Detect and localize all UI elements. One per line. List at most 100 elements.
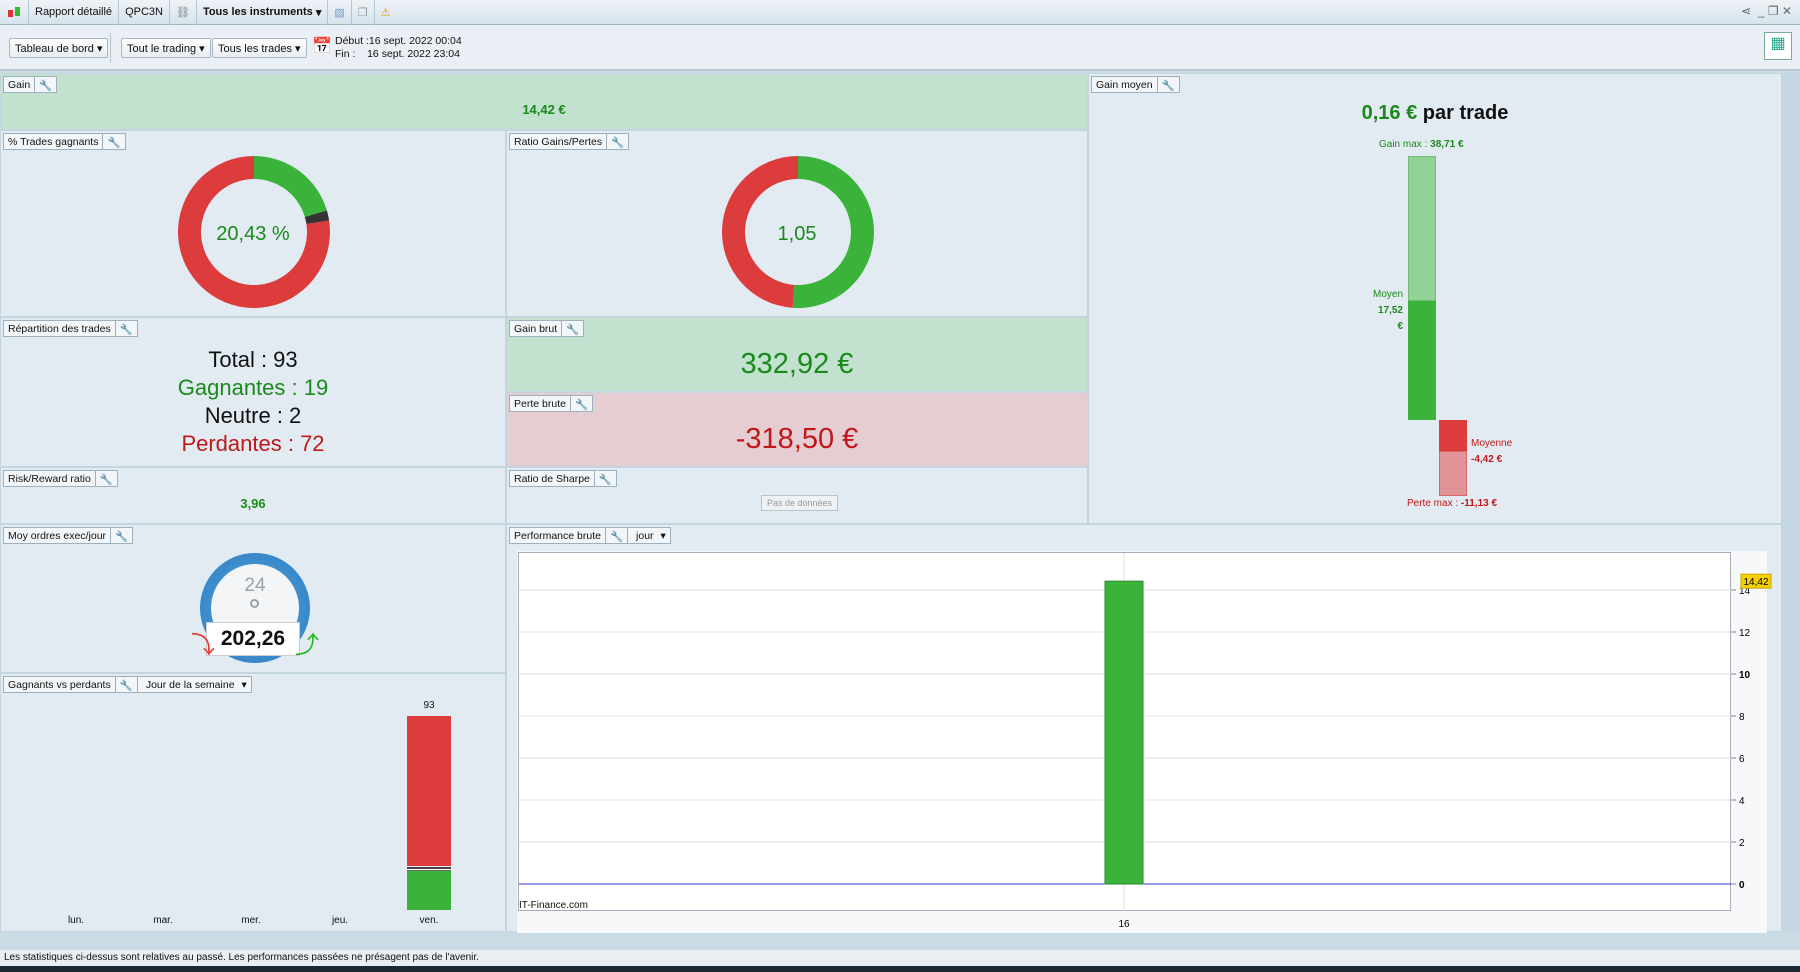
gain-brut-tag[interactable]: Gain brut 🔧 (509, 320, 585, 337)
avg-per-trade: 0,16 € (1361, 102, 1418, 124)
wrench-icon[interactable]: 🔧 (96, 471, 117, 486)
repartition-panel: Répartition des trades 🔧 Total : 93 Gagna… (0, 317, 506, 467)
perte-brute-tag[interactable]: Perte brute 🔧 (509, 395, 594, 412)
risk-tag[interactable]: Risk/Reward ratio 🔧 (3, 470, 118, 487)
wrench-icon[interactable]: 🔧 (595, 471, 616, 486)
bar-perdants (407, 716, 451, 866)
win-pct-panel: % Trades gagnants 🔧 20,43 % (0, 130, 506, 317)
ratio-value: 1,05 (777, 223, 817, 245)
wrench-icon[interactable]: 🔧 (571, 396, 592, 411)
moy-ordres-tag[interactable]: Moy ordres exec/jour 🔧 (3, 527, 134, 544)
y-tick-label: 10 (1739, 670, 1751, 681)
avg-loss-bar (1439, 420, 1467, 451)
wrench-icon[interactable]: 🔧 (1158, 77, 1179, 92)
moyen-label: Moyen (1372, 289, 1403, 300)
gain-brut-panel: Gain brut 🔧 332,92 € (506, 317, 1088, 392)
y-tick-label: 6 (1739, 754, 1745, 765)
value-badge-label: 14,42 (1743, 577, 1768, 588)
perte-max-value: -11,13 € (1460, 498, 1498, 509)
arrow-up-icon: ⤴ (295, 632, 319, 659)
risk-label: Risk/Reward ratio (4, 471, 96, 486)
win-pct-value: 20,43 % (216, 223, 290, 245)
x-tick-label: 16 (1118, 919, 1130, 930)
moyenne-label: Moyenne (1471, 438, 1513, 449)
wrench-icon[interactable]: 🔧 (111, 528, 132, 543)
start-label: Début : (335, 35, 369, 47)
gain-brut-value: 332,92 € (740, 348, 854, 380)
perte-brute-value: -318,50 € (735, 423, 859, 455)
sharpe-tag[interactable]: Ratio de Sharpe 🔧 (509, 470, 617, 487)
end-label: Fin : (335, 48, 356, 60)
risk-value: 3,96 (240, 496, 266, 511)
gain-moyen-tag[interactable]: Gain moyen 🔧 (1091, 76, 1180, 93)
arrow-down-icon: ⤵ (191, 632, 215, 659)
y-tick-label: 2 (1739, 838, 1745, 849)
gain-brut-label: Gain brut (510, 321, 563, 336)
per-trade-suffix: par trade (1417, 102, 1509, 124)
ratio-label: Ratio Gains/Pertes (510, 134, 608, 149)
watermark: IT-Finance.com (519, 900, 588, 911)
copy-icon[interactable]: ❐ (352, 0, 375, 25)
view-dropdown[interactable]: Tableau de bord (9, 38, 109, 58)
dashboard-icon[interactable]: ▦ (1764, 32, 1792, 60)
clock-dial-label: 24 (244, 575, 266, 596)
link-icon[interactable]: ⛓ (170, 0, 197, 25)
y-tick-label: 12 (1739, 628, 1751, 639)
chart-icon[interactable]: ▨ (328, 0, 352, 25)
win-pct-label: % Trades gagnants (4, 134, 104, 149)
bar-total-label: 93 (423, 700, 435, 711)
avg-gain-bar (1408, 301, 1436, 420)
gain-moyen-panel: Gain moyen 🔧 0,16 € par trade Gain max : … (1088, 73, 1782, 524)
window-controls[interactable]: ⋖ _ ❐ ✕ (1741, 4, 1792, 18)
calendar-icon[interactable]: 📅 (312, 36, 332, 56)
day-label: ven. (419, 915, 439, 926)
day-label: mer. (241, 915, 261, 926)
bar-gagnants (407, 871, 451, 910)
start-date: 16 sept. 2022 00:04 (368, 35, 462, 47)
trades-dropdown[interactable]: Tous les trades (212, 38, 307, 58)
win-slice (254, 156, 327, 217)
wrench-icon[interactable]: 🔧 (562, 321, 583, 336)
day-label: jeu. (331, 915, 349, 926)
perte-max-label: Perte max : (1407, 498, 1461, 509)
date-range: Début :16 sept. 2022 00:04 Fin : 16 sept… (335, 35, 462, 61)
wrench-icon[interactable]: 🔧 (103, 134, 124, 149)
repartition-tag[interactable]: Répartition des trades 🔧 (3, 320, 138, 337)
ratio-tag[interactable]: Ratio Gains/Pertes 🔧 (509, 133, 630, 150)
gain-moyen-label: Gain moyen (1092, 77, 1158, 92)
trading-dropdown[interactable]: Tout le trading (121, 38, 211, 58)
repartition-label: Répartition des trades (4, 321, 116, 336)
total-count: Total : 93 (208, 347, 298, 372)
win-pct-tag[interactable]: % Trades gagnants 🔧 (3, 133, 126, 150)
bar-neutres (407, 866, 451, 872)
gain-tag[interactable]: Gain 🔧 (3, 76, 58, 93)
moy-ordres-label: Moy ordres exec/jour (4, 528, 112, 543)
gain-panel: Gain 🔧 14,42 € (0, 73, 1088, 130)
account-label[interactable]: QPC3N (119, 0, 170, 25)
wrench-icon[interactable]: 🔧 (35, 77, 56, 92)
scrollbar[interactable] (1782, 73, 1800, 932)
instruments-label: Tous les instruments (202, 6, 313, 18)
day-label: lun. (67, 915, 85, 926)
report-tab[interactable]: Rapport détaillé (29, 0, 120, 25)
title-bar: Rapport détaillé QPC3N ⛓ Tous les instru… (0, 0, 1800, 25)
perf-bar (1104, 580, 1144, 885)
day-label: mar. (153, 915, 173, 926)
risk-panel: Risk/Reward ratio 🔧 3,96 (0, 467, 506, 524)
gain-max-bar (1408, 156, 1436, 301)
end-date: 16 sept. 2022 23:04 (367, 48, 460, 60)
instruments-dropdown[interactable]: Tous les instruments ▾ (197, 0, 329, 25)
candles-icon (0, 0, 29, 25)
toolbar: Tableau de bord Tout le trading Tous les… (0, 25, 1800, 71)
no-data-button: Pas de données (761, 495, 839, 511)
warning-icon[interactable]: ⚠ (375, 0, 397, 25)
y-tick-label: 4 (1739, 796, 1745, 807)
orders-value: 202,26 (206, 622, 300, 656)
neutral-count: Neutre : 2 (204, 403, 302, 428)
gain-max-label: Gain max : (1379, 139, 1431, 150)
gain-label: Gain (4, 77, 36, 92)
wrench-icon[interactable]: 🔧 (607, 134, 628, 149)
gain-max-value: 38,71 € (1430, 139, 1464, 150)
wrench-icon[interactable]: 🔧 (116, 321, 137, 336)
perte-brute-label: Perte brute (510, 396, 571, 411)
